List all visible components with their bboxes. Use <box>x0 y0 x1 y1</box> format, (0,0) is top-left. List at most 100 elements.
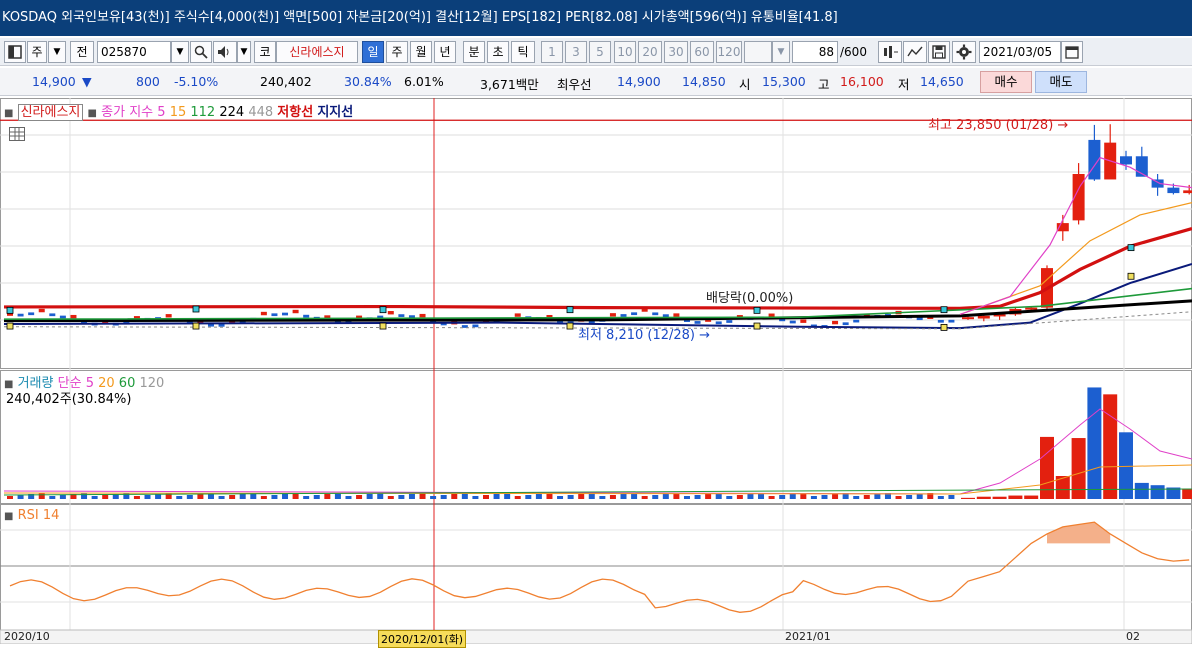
settings-gear-icon[interactable] <box>952 41 976 63</box>
volume-bar <box>186 495 193 499</box>
period-marker <box>192 305 200 313</box>
candle <box>652 312 659 316</box>
panel-frame <box>0 370 1192 504</box>
search-icon[interactable] <box>190 41 212 63</box>
candle <box>271 313 278 317</box>
interval-10-button[interactable]: 10 <box>614 41 636 63</box>
interval-30-button[interactable]: 30 <box>664 41 688 63</box>
display-count-input[interactable]: 88 <box>792 41 838 63</box>
type-dropdown-icon[interactable]: ▼ <box>48 41 66 63</box>
volume-bar <box>7 496 13 499</box>
candle-body <box>1120 156 1132 165</box>
x-axis-crosshair-label: 2020/12/01(화) <box>378 630 467 648</box>
interval-3-button[interactable]: 3 <box>565 41 587 63</box>
period-second-button[interactable]: 초 <box>487 41 509 63</box>
display-count-total: /600 <box>840 45 867 59</box>
legend-support[interactable]: 지지선 <box>317 105 353 120</box>
x-axis-strip <box>0 629 1192 645</box>
volume-bar <box>197 494 204 499</box>
market-label[interactable]: 코 <box>254 41 276 63</box>
stock-code-input[interactable]: 025870 <box>97 41 171 63</box>
layout-icon[interactable] <box>4 41 26 63</box>
legend-marker-icon-2: ■ <box>87 108 97 119</box>
candle <box>715 321 722 325</box>
best-ask-price: 14,900 <box>617 74 661 89</box>
chart-toolbar: 주 ▼ 전 025870 ▼ ▼ 코 신라에스지 일 주 월 년 분 초 틱 1… <box>0 38 1192 66</box>
sell-button[interactable]: 매도 <box>1035 71 1087 93</box>
stock-name-field[interactable]: 신라에스지 <box>276 41 358 63</box>
candle <box>514 313 521 317</box>
volume-bar <box>377 493 384 499</box>
candle <box>17 313 24 317</box>
chart-grid <box>0 98 1192 645</box>
current-price: 14,900 <box>32 74 76 89</box>
legend-close-index[interactable]: 종가 지수 <box>101 105 153 120</box>
period-week-button[interactable]: 주 <box>386 41 408 63</box>
volume-bar <box>49 496 56 499</box>
interval-1-button[interactable]: 1 <box>541 41 563 63</box>
interval-custom-input[interactable] <box>744 41 772 63</box>
volume-bar <box>472 496 479 499</box>
candle <box>662 314 669 318</box>
volume-bar-recent <box>1150 485 1165 499</box>
legend-vol-ma-120[interactable]: 120 <box>139 376 164 391</box>
legend-rsi[interactable]: RSI 14 <box>18 508 60 523</box>
volume-bar <box>313 495 320 499</box>
stock-code-dropdown-icon[interactable]: ▼ <box>171 41 189 63</box>
table-view-icon[interactable] <box>9 127 25 141</box>
period-year-button[interactable]: 년 <box>434 41 456 63</box>
candle <box>303 314 310 318</box>
date-input[interactable]: 2021/03/05 <box>979 41 1061 63</box>
interval-60-button[interactable]: 60 <box>690 41 714 63</box>
period-month-button[interactable]: 월 <box>410 41 432 63</box>
legend-ma-448[interactable]: 448 <box>248 105 273 120</box>
trade-amount: 3,671백만 <box>480 77 539 92</box>
stock-info-bar: KOSDAQ 외국인보유[43(천)] 주식수[4,000(천)] 액면[500… <box>0 0 1192 36</box>
sound-icon[interactable] <box>213 41 237 63</box>
volume-bar-recent <box>992 496 1007 499</box>
best-bid-price: 14,850 <box>682 74 726 89</box>
candle <box>842 322 849 326</box>
legend-ma-224[interactable]: 224 <box>219 105 244 120</box>
legend-ma-112[interactable]: 112 <box>190 105 215 120</box>
volume-bar-recent <box>1103 394 1118 499</box>
interval-5-button[interactable]: 5 <box>589 41 611 63</box>
zoom-in-icon[interactable] <box>878 41 902 63</box>
volume-bar <box>768 496 775 499</box>
volume-bar <box>176 496 183 499</box>
type-selector[interactable]: 주 <box>27 41 47 63</box>
interval-dropdown-icon[interactable]: ▼ <box>772 41 790 63</box>
candle-body <box>1167 187 1180 194</box>
volume-bar <box>483 495 489 499</box>
chart-canvas[interactable] <box>0 98 1192 645</box>
period-day-button[interactable]: 일 <box>362 41 384 63</box>
candle <box>853 319 860 323</box>
period-minute-button[interactable]: 분 <box>463 41 485 63</box>
legend-stock-name[interactable]: 신라에스지 <box>17 104 84 121</box>
legend-resistance[interactable]: 저항선 <box>277 105 313 120</box>
period-tick-button[interactable]: 틱 <box>511 41 535 63</box>
all-button[interactable]: 전 <box>70 41 94 63</box>
legend-ma-15[interactable]: 15 <box>170 105 187 120</box>
stock-chart[interactable]: ■ 신라에스지 ■ 종가 지수 5 15 112 224 448 저항선 지지선… <box>0 98 1192 648</box>
sound-dropdown-icon[interactable]: ▼ <box>237 41 251 63</box>
volume-readout: 240,402주(30.84%) <box>6 392 132 407</box>
save-icon[interactable] <box>928 41 950 63</box>
volume-bar <box>102 495 109 499</box>
volume-bar <box>525 495 532 499</box>
volume-bar <box>736 495 743 499</box>
period-marker <box>1127 244 1135 252</box>
volume-bar <box>620 494 627 499</box>
volume-bar <box>832 494 839 499</box>
calendar-icon[interactable] <box>1061 41 1083 63</box>
buy-button[interactable]: 매수 <box>980 71 1032 93</box>
drawing-tool-icon[interactable] <box>903 41 927 63</box>
volume-bar <box>38 493 45 499</box>
rsi-line <box>9 521 1190 613</box>
legend-ma-5[interactable]: 5 <box>157 105 165 120</box>
candle <box>59 315 66 319</box>
interval-120-button[interactable]: 120 <box>716 41 742 63</box>
interval-20-button[interactable]: 20 <box>638 41 662 63</box>
volume-bar <box>853 496 860 499</box>
period-marker <box>940 306 948 314</box>
